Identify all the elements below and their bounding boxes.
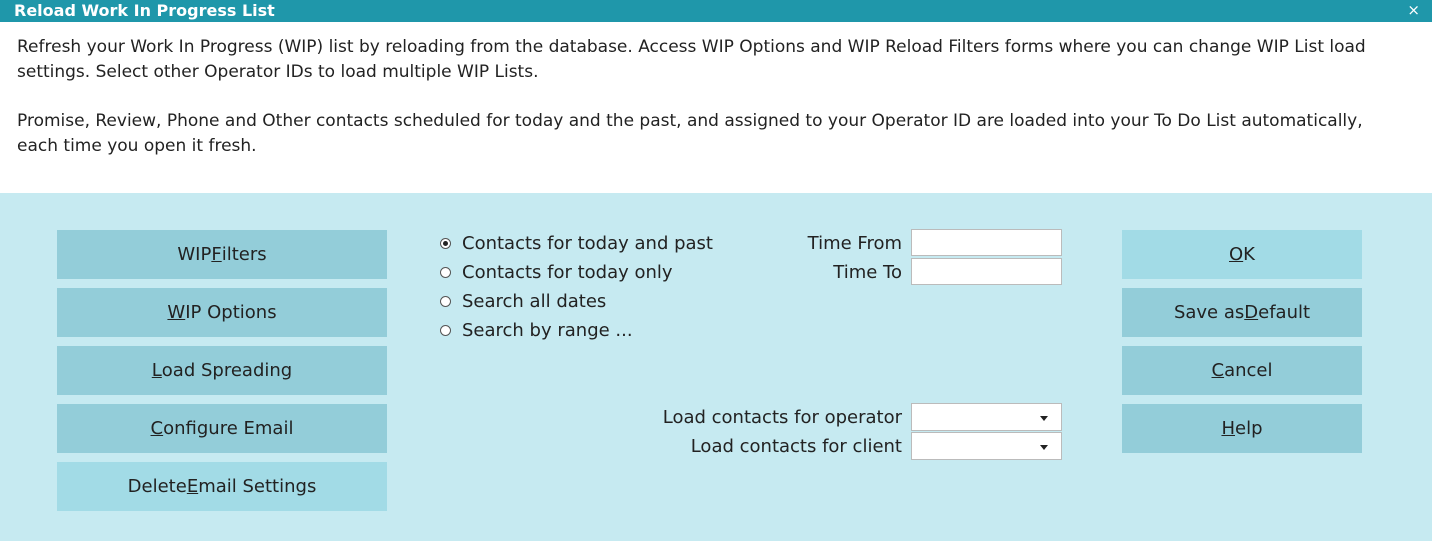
button-mnemonic: F — [211, 244, 222, 265]
button-label: ilters — [221, 244, 267, 265]
dropdown-button[interactable] — [1036, 407, 1058, 427]
button-mnemonic: W — [167, 302, 186, 323]
chevron-down-icon — [1040, 416, 1048, 421]
wip-options-button[interactable]: W IP Options — [57, 288, 387, 337]
radio-by-range[interactable]: Search by range ... — [440, 318, 633, 342]
operator-select[interactable] — [911, 403, 1062, 431]
client-select[interactable] — [911, 432, 1062, 460]
button-mnemonic: C — [1211, 360, 1225, 381]
time-from-input[interactable] — [911, 229, 1062, 256]
load-spreading-button[interactable]: Load Spreading — [57, 346, 387, 395]
button-mnemonic: E — [186, 476, 199, 497]
button-label: efault — [1258, 302, 1311, 323]
configure-email-button[interactable]: Configure Email — [57, 404, 387, 453]
button-label: Save as — [1173, 302, 1245, 323]
button-label: onfigure Email — [163, 418, 294, 439]
button-label: IP Options — [185, 302, 277, 323]
radio-today-and-past[interactable]: Contacts for today and past — [440, 231, 713, 255]
button-label: Delete — [127, 476, 187, 497]
radio-button[interactable] — [440, 295, 451, 307]
radio-label: Contacts for today only — [462, 261, 673, 283]
button-mnemonic: L — [151, 360, 162, 381]
radio-button[interactable] — [440, 237, 451, 249]
description-paragraph-1: Refresh your Work In Progress (WIP) list… — [17, 37, 1366, 82]
description-panel: Refresh your Work In Progress (WIP) list… — [0, 22, 1432, 193]
button-label: ancel — [1224, 360, 1273, 381]
help-button[interactable]: Help — [1122, 404, 1362, 453]
button-label: mail Settings — [198, 476, 317, 497]
wip-filters-button[interactable]: WIP Filters — [57, 230, 387, 279]
window-title: Reload Work In Progress List — [14, 1, 275, 20]
save-as-default-button[interactable]: Save as Default — [1122, 288, 1362, 337]
radio-button[interactable] — [440, 324, 451, 336]
button-mnemonic: C — [150, 418, 164, 439]
ok-button[interactable]: OK — [1122, 230, 1362, 279]
title-bar: Reload Work In Progress List × — [0, 0, 1432, 22]
button-label: WIP — [177, 244, 212, 265]
button-label: K — [1243, 244, 1255, 265]
time-to-input[interactable] — [911, 258, 1062, 285]
button-mnemonic: O — [1229, 244, 1244, 265]
time-from-label: Time From — [807, 233, 902, 254]
button-label: elp — [1235, 418, 1263, 439]
radio-all-dates[interactable]: Search all dates — [440, 289, 606, 313]
radio-label: Search all dates — [462, 290, 607, 312]
button-mnemonic: H — [1221, 418, 1236, 439]
button-mnemonic: D — [1244, 302, 1259, 323]
delete-email-settings-button[interactable]: Delete Email Settings — [57, 462, 387, 511]
time-to-label: Time To — [833, 262, 902, 283]
cancel-button[interactable]: Cancel — [1122, 346, 1362, 395]
operator-label: Load contacts for operator — [662, 407, 902, 428]
client-label: Load contacts for client — [690, 436, 902, 457]
close-icon[interactable]: × — [1407, 0, 1420, 20]
chevron-down-icon — [1040, 445, 1048, 450]
description-paragraph-2: Promise, Review, Phone and Other contact… — [17, 111, 1363, 156]
button-label: oad Spreading — [161, 360, 293, 381]
radio-label: Search by range ... — [462, 319, 633, 341]
radio-label: Contacts for today and past — [462, 232, 713, 254]
radio-button[interactable] — [440, 266, 451, 278]
dropdown-button[interactable] — [1036, 436, 1058, 456]
radio-today-only[interactable]: Contacts for today only — [440, 260, 673, 284]
